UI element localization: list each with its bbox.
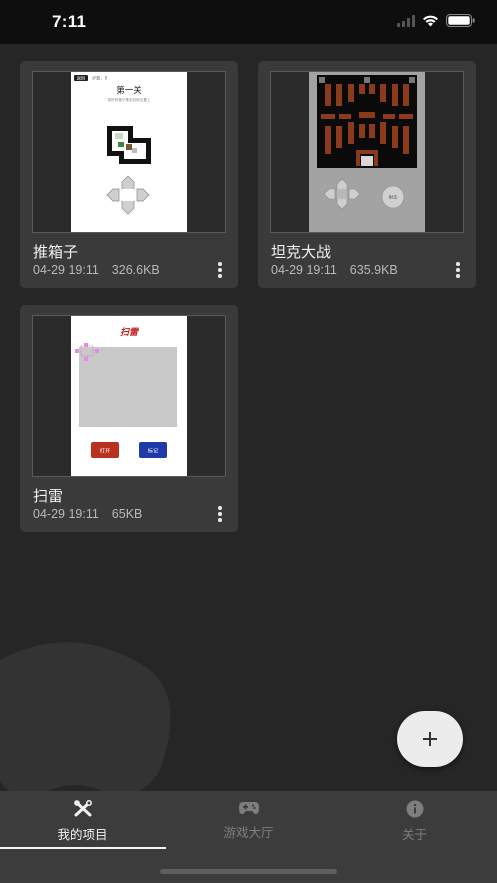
project-thumbnail: 射击 bbox=[270, 71, 464, 233]
project-size: 65KB bbox=[111, 507, 143, 521]
tab-about[interactable]: 关于 bbox=[332, 791, 497, 849]
preview-flag-label: 标记 bbox=[148, 446, 158, 454]
tab-label: 游戏大厅 bbox=[223, 826, 274, 840]
preview-level-title: 第一关 bbox=[116, 85, 142, 96]
project-date: 04-29 19:11 bbox=[33, 507, 99, 521]
project-card[interactable]: 射击 坦克大战 04-29 19:11 635.9KB bbox=[258, 61, 476, 288]
project-title: 推箱子 bbox=[33, 244, 79, 261]
project-thumbnail: 扫雷 打开 标记 bbox=[32, 315, 226, 477]
project-size: 326.6KB bbox=[111, 263, 160, 277]
tank-preview: 射击 bbox=[309, 72, 425, 232]
project-title: 坦克大战 bbox=[271, 244, 332, 261]
sokoban-preview: 返回 步数：0 第一关 将所有箱子推到目标位置上 bbox=[71, 72, 187, 232]
app-screen: 7:11 返回 步数：0 第一关 将所有箱子推到目标位置上 推箱子 04-29 … bbox=[0, 0, 497, 883]
plus-icon bbox=[423, 732, 437, 746]
tab-label: 关于 bbox=[401, 828, 427, 842]
gamepad-watermark-icon bbox=[0, 630, 180, 810]
preview-back-tag: 返回 bbox=[77, 75, 85, 82]
more-options-icon[interactable] bbox=[450, 260, 466, 280]
project-card[interactable]: 扫雷 打开 标记 扫雷 04-29 19:11 65KB bbox=[20, 305, 238, 532]
add-project-button[interactable] bbox=[397, 711, 463, 767]
preview-fire-label: 射击 bbox=[389, 194, 397, 201]
project-date: 04-29 19:11 bbox=[271, 263, 337, 277]
preview-hint: 将所有箱子推到目标位置上 bbox=[107, 97, 151, 102]
status-time: 7:11 bbox=[52, 12, 87, 31]
project-meta: 04-29 19:11 635.9KB bbox=[271, 263, 398, 277]
gamepad-icon bbox=[238, 802, 259, 815]
project-date: 04-29 19:11 bbox=[33, 263, 99, 277]
project-size: 635.9KB bbox=[349, 263, 398, 277]
status-bar: 7:11 bbox=[0, 0, 497, 44]
active-tab-indicator bbox=[0, 847, 166, 849]
tab-my-projects[interactable]: 我的项目 bbox=[0, 791, 165, 849]
more-options-icon[interactable] bbox=[212, 260, 228, 280]
preview-heading: 扫雷 bbox=[120, 327, 140, 338]
home-indicator bbox=[160, 869, 337, 874]
signal-icon bbox=[397, 14, 415, 32]
project-meta: 04-29 19:11 65KB bbox=[33, 507, 142, 521]
tab-game-hall[interactable]: 游戏大厅 bbox=[166, 791, 331, 849]
wifi-icon bbox=[422, 14, 439, 32]
preview-open-label: 打开 bbox=[100, 446, 110, 454]
preview-step-label: 步数：0 bbox=[92, 75, 108, 82]
project-card[interactable]: 返回 步数：0 第一关 将所有箱子推到目标位置上 推箱子 04-29 19:11… bbox=[20, 61, 238, 288]
minesweeper-preview: 扫雷 打开 标记 bbox=[71, 316, 187, 476]
info-icon bbox=[406, 800, 423, 818]
status-icons bbox=[397, 14, 475, 32]
project-thumbnail: 返回 步数：0 第一关 将所有箱子推到目标位置上 bbox=[32, 71, 226, 233]
tab-label: 我的项目 bbox=[57, 828, 108, 842]
battery-icon bbox=[446, 14, 475, 32]
project-meta: 04-29 19:11 326.6KB bbox=[33, 263, 160, 277]
project-title: 扫雷 bbox=[33, 488, 64, 505]
more-options-icon[interactable] bbox=[212, 504, 228, 524]
tools-icon bbox=[73, 800, 92, 817]
